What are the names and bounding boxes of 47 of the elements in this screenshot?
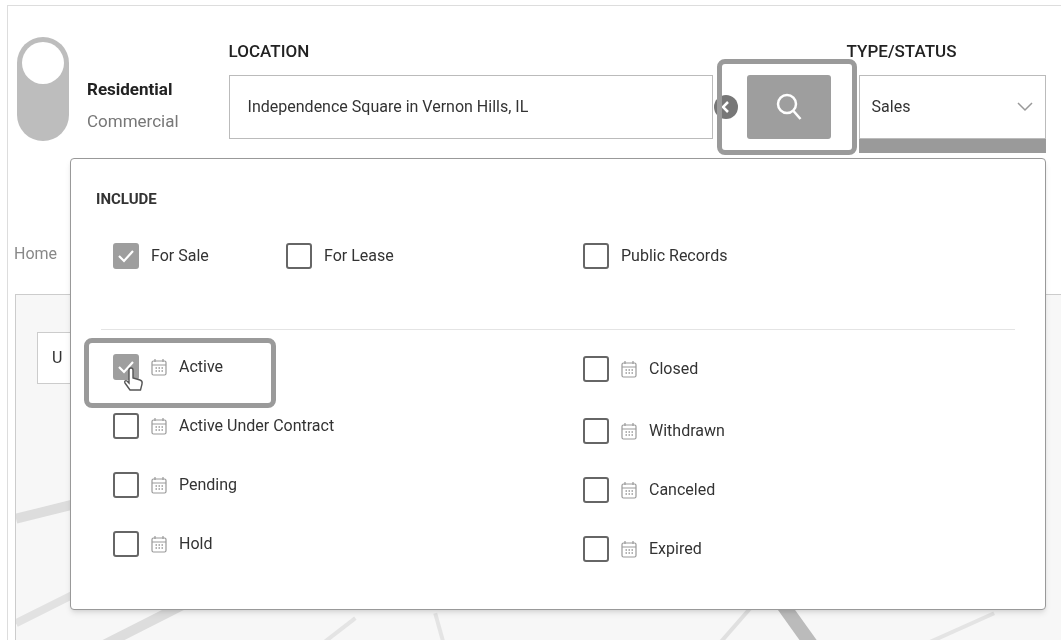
section-title: INCLUDE bbox=[96, 190, 157, 208]
checkbox[interactable] bbox=[583, 356, 609, 382]
chevron-down-icon bbox=[1016, 102, 1033, 112]
checkbox[interactable] bbox=[583, 535, 609, 562]
status-label: Closed bbox=[649, 358, 699, 380]
checkbox-label: For Lease bbox=[324, 245, 394, 267]
field-label: LOCATION bbox=[228, 40, 311, 63]
checkbox[interactable] bbox=[583, 476, 609, 503]
status-label: Canceled bbox=[649, 478, 716, 501]
checkmark-icon bbox=[117, 249, 135, 263]
property-type-option[interactable]: Residential bbox=[87, 79, 179, 99]
checkmark-icon bbox=[117, 359, 135, 374]
calendar-icon bbox=[621, 539, 637, 558]
property-type-toggle[interactable] bbox=[17, 37, 69, 141]
checkbox[interactable] bbox=[113, 243, 139, 269]
calendar-icon bbox=[621, 480, 637, 499]
checkbox[interactable] bbox=[583, 243, 609, 269]
checkbox[interactable] bbox=[113, 530, 139, 557]
hand-pointer-icon bbox=[123, 367, 145, 393]
calendar-icon bbox=[621, 421, 637, 440]
calendar-icon bbox=[151, 416, 167, 435]
search-button[interactable] bbox=[746, 75, 831, 139]
checkbox[interactable] bbox=[286, 243, 312, 269]
status-label: Expired bbox=[649, 537, 702, 560]
status-label: Active bbox=[179, 355, 224, 378]
checkbox[interactable] bbox=[113, 471, 139, 498]
type-status-dropdown[interactable]: Sales bbox=[858, 75, 1046, 139]
checkbox[interactable] bbox=[113, 412, 139, 439]
chevron-circle-icon[interactable] bbox=[712, 94, 739, 120]
checkbox-label: Public Records bbox=[621, 245, 728, 267]
calendar-icon bbox=[151, 534, 167, 553]
checkbox[interactable] bbox=[583, 417, 609, 444]
status-label: Active Under Contract bbox=[179, 414, 335, 437]
checkbox-label: For Sale bbox=[151, 245, 209, 267]
property-type-option[interactable]: Commercial bbox=[87, 111, 179, 131]
status-label: Hold bbox=[179, 532, 213, 555]
field-label: TYPE/STATUS bbox=[846, 40, 958, 63]
location-field[interactable]: Independence Square in Vernon Hills, IL bbox=[228, 75, 713, 139]
calendar-icon bbox=[151, 357, 167, 376]
status-label: Pending bbox=[179, 473, 238, 496]
text-field[interactable]: U bbox=[37, 332, 70, 384]
checkbox[interactable] bbox=[113, 353, 139, 380]
search-icon bbox=[774, 92, 803, 122]
calendar-icon bbox=[151, 475, 167, 494]
calendar-icon bbox=[621, 360, 637, 378]
breadcrumb-link[interactable]: Home bbox=[14, 242, 58, 266]
status-label: Withdrawn bbox=[649, 419, 725, 442]
